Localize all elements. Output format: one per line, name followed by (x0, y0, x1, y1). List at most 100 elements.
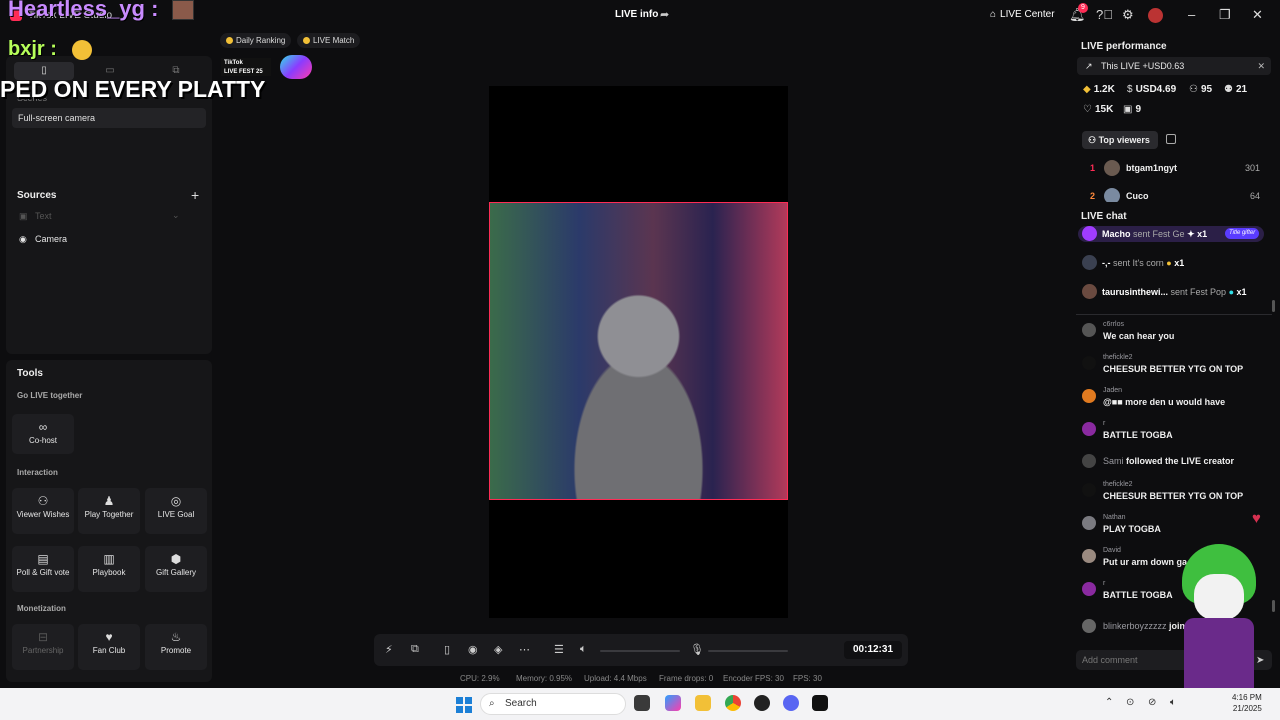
gift-scrollbar[interactable] (1272, 300, 1275, 312)
person-icon: ♟ (103, 494, 115, 508)
task-view-icon[interactable] (634, 695, 650, 711)
poll-gift-vote-button[interactable]: ▤ Poll & Gift vote (12, 546, 74, 592)
chat-message[interactable]: r BATTLE TOGBA (1080, 420, 1270, 444)
chat-message[interactable]: c6rrlos We can hear you (1080, 321, 1270, 345)
this-live-earnings[interactable]: ↗ This LIVE +USD0.63 ✕ (1077, 57, 1271, 75)
live-fest-logo: TikTok LIVE FEST 25 (221, 58, 271, 76)
top-viewers-tab[interactable]: ⚇ Top viewers (1082, 131, 1158, 149)
notification-badge: 9 (1078, 3, 1088, 13)
live-match-badge[interactable]: LIVE Match (297, 33, 361, 48)
avatar (1082, 356, 1096, 370)
phone-icon[interactable]: ▯ (444, 643, 450, 656)
taskbar-search[interactable]: ⌕ Search (480, 693, 626, 715)
avatar (1082, 454, 1096, 468)
trophy-icon (226, 37, 233, 44)
app-icon[interactable] (754, 695, 770, 711)
microphone-icon[interactable]: 🎙︎ (690, 643, 704, 656)
divider (1076, 314, 1272, 315)
chat-message[interactable]: Nathan PLAY TOGBA (1080, 514, 1270, 538)
list-icon[interactable] (1166, 134, 1176, 144)
section-interaction: Interaction (17, 468, 58, 477)
overlay-banner-text: PED ON EVERY PLATTY (0, 76, 266, 102)
metric-likes: ♡ 15K (1083, 104, 1114, 115)
source-item-camera[interactable]: ◉ Camera (19, 234, 67, 245)
close-icon[interactable]: ✕ (1252, 7, 1263, 23)
live-center-button[interactable]: ⌂ LIVE Center (990, 9, 1055, 20)
gift-message[interactable]: taurusinthewi... sent Fest Pop ● x1 (1080, 283, 1270, 301)
minimize-icon[interactable]: – (1188, 7, 1195, 22)
trend-up-icon: ↗ (1085, 61, 1093, 71)
viewer-wishes-button[interactable]: ⚇ Viewer Wishes (12, 488, 74, 534)
playbook-button[interactable]: ▥ Playbook (78, 546, 140, 592)
gear-icon[interactable]: ⚙ (1122, 7, 1134, 23)
promote-button[interactable]: ♨ Promote (145, 624, 207, 670)
gamepad-icon: ⊟ (37, 630, 49, 644)
source-item-text[interactable]: ▣ Text (19, 211, 52, 222)
overlay-username-bxjr: bxjr : (8, 38, 57, 60)
close-icon[interactable]: ✕ (1257, 57, 1265, 75)
scene-item-fullscreen-camera[interactable]: Full-screen camera (12, 108, 206, 128)
windows-start-icon[interactable] (456, 697, 472, 713)
corn-gift-icon: ● (1166, 258, 1172, 268)
settings-sliders-icon[interactable]: ☰ (554, 643, 564, 656)
chevron-down-icon[interactable]: ⌄ (172, 210, 180, 221)
discord-icon[interactable] (783, 695, 799, 711)
profile-avatar[interactable] (1148, 8, 1163, 23)
stat-encoder-fps: Encoder FPS: 30 (723, 674, 784, 683)
live-info-title[interactable]: LIVE info (615, 9, 658, 20)
magic-wand-icon[interactable]: ⚡︎ (385, 643, 393, 656)
speaker-icon[interactable]: 🔈︎ (580, 643, 587, 656)
camera-feed[interactable] (489, 202, 788, 500)
fan-club-button[interactable]: ♥ Fan Club (78, 624, 140, 670)
avatar (1082, 284, 1097, 299)
play-together-button[interactable]: ♟ Play Together (78, 488, 140, 534)
screen-share-icon[interactable]: ⧉ (411, 643, 419, 656)
more-icon[interactable]: ⋯ (519, 643, 530, 656)
copilot-icon[interactable] (665, 695, 681, 711)
restore-icon[interactable]: ❐ (1219, 7, 1231, 23)
match-icon (303, 37, 310, 44)
daily-ranking-badge[interactable]: Daily Ranking (220, 33, 292, 48)
camera-icon: ◉ (19, 234, 27, 244)
top-viewer-row[interactable]: 1 btgam1ngyt 301 (1086, 160, 1266, 176)
chat-message[interactable]: thefickle2 CHEESUR BETTER YTG ON TOP (1080, 481, 1270, 505)
section-go-live-together: Go LIVE together (17, 391, 83, 400)
record-icon[interactable]: ◉ (468, 643, 478, 656)
share-icon[interactable]: ➦ (660, 8, 669, 21)
taskbar-clock[interactable]: 4:16 PM 21/2025 (1232, 692, 1262, 714)
live-goal-button[interactable]: ◎ LIVE Goal (145, 488, 207, 534)
target-icon: ◎ (170, 494, 182, 508)
diamond-icon: ◆ (1083, 84, 1091, 95)
help-icon[interactable]: ?⃝ (1096, 7, 1113, 22)
stat-memory: Memory: 0.95% (516, 674, 573, 683)
people-icon: ⚇ (37, 494, 49, 508)
chevron-up-icon[interactable]: ⌃ (1105, 697, 1113, 708)
file-explorer-icon[interactable] (695, 695, 711, 711)
volume-slider[interactable] (600, 650, 680, 652)
add-source-icon[interactable]: + (191, 187, 199, 203)
metric-viewers: ⚇ 95 (1189, 84, 1213, 95)
laughing-emoji-icon (72, 40, 92, 60)
pop-gift-icon: ● (1228, 287, 1235, 297)
chat-follow-event[interactable]: Sami followed the LIVE creator (1080, 452, 1270, 472)
partnership-button[interactable]: ⊟ Partnership (12, 624, 74, 670)
effects-icon[interactable]: ◈ (494, 643, 502, 656)
avatar (1082, 516, 1096, 530)
chat-message[interactable]: thefickle2 CHEESUR BETTER YTG ON TOP (1080, 354, 1270, 378)
tiktok-taskbar-icon[interactable] (812, 695, 828, 711)
shield-tray-icon[interactable]: ⊘ (1148, 697, 1156, 708)
chat-message[interactable]: Jaden @■■ more den u would have (1080, 387, 1270, 411)
mic-slider[interactable] (708, 650, 788, 652)
gift-gallery-button[interactable]: ⬢ Gift Gallery (145, 546, 207, 592)
cohost-button[interactable]: ∞ Co-host (12, 414, 74, 454)
network-tray-icon[interactable]: ⊙ (1126, 697, 1134, 708)
gift-icon: ✦ (1187, 229, 1195, 239)
top-viewer-row[interactable]: 2 Cuco 64 (1086, 188, 1266, 202)
gift-message[interactable]: -,- sent It's corn ● x1 (1080, 254, 1270, 272)
avatar (1082, 226, 1097, 241)
home-icon: ⌂ (990, 9, 997, 20)
heart-icon: ♡ (1083, 104, 1092, 115)
speaker-tray-icon[interactable]: 🔈︎ (1170, 697, 1176, 708)
chrome-icon[interactable] (725, 695, 741, 711)
chat-scrollbar[interactable] (1272, 600, 1275, 612)
